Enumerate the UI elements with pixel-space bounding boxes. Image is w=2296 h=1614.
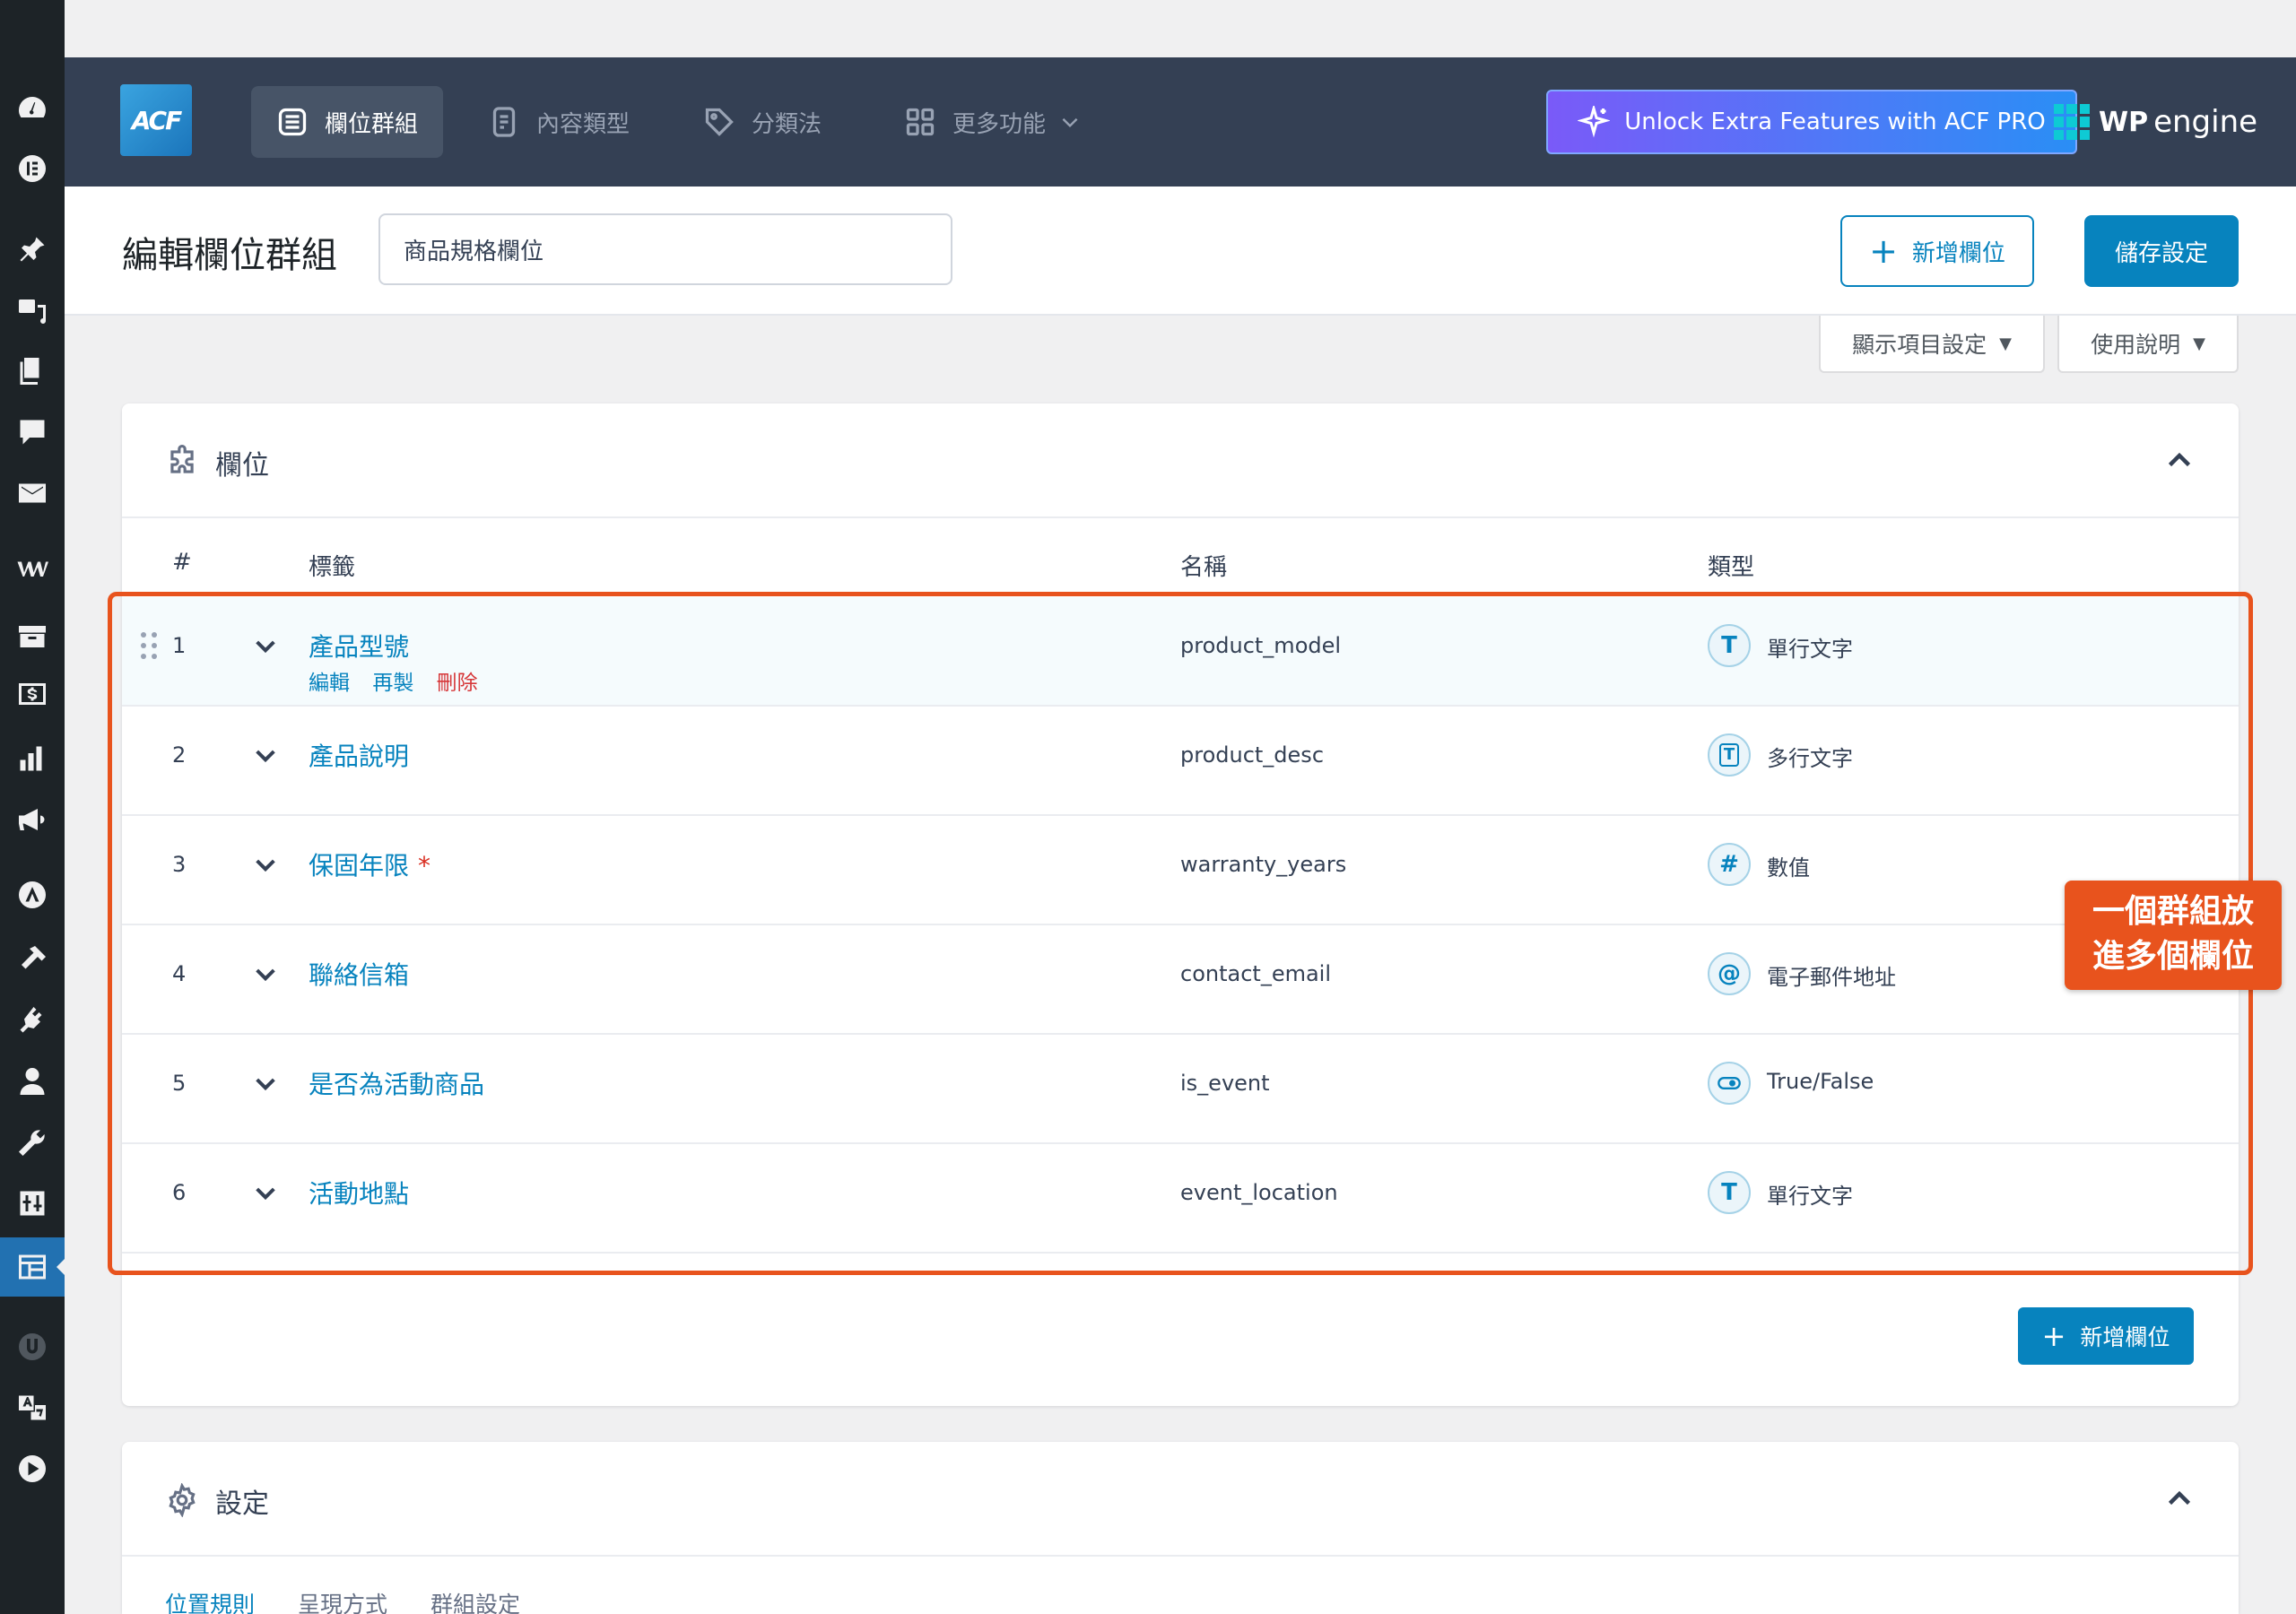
plus-icon: + bbox=[2041, 1319, 2066, 1353]
appearance-icon[interactable] bbox=[14, 941, 50, 977]
caret-down-icon: ▼ bbox=[1999, 334, 2012, 353]
pin-icon[interactable] bbox=[14, 231, 50, 267]
plus-icon: + bbox=[1869, 231, 1898, 271]
add-field-button-bottom[interactable]: + 新增欄位 bbox=[2018, 1307, 2194, 1365]
group-title-input[interactable] bbox=[378, 213, 952, 285]
puzzle-icon bbox=[170, 445, 194, 473]
col-head-name: 名稱 bbox=[1180, 554, 1228, 581]
caret-down-icon: ▼ bbox=[2193, 334, 2205, 353]
tab-presentation[interactable]: 呈現方式 bbox=[298, 1587, 387, 1614]
add-field-button-top[interactable]: + 新增欄位 bbox=[1840, 215, 2034, 287]
tab-group-settings[interactable]: 群組設定 bbox=[430, 1587, 520, 1614]
wpengine-logo[interactable]: WP engine bbox=[2054, 102, 2257, 142]
payments-icon[interactable] bbox=[14, 676, 50, 712]
comments-icon[interactable] bbox=[14, 414, 50, 450]
media-icon[interactable] bbox=[14, 292, 50, 328]
acf-header: ACF 欄位群組 內容類型 分類法 更多功能 Unlock Extra Feat… bbox=[65, 57, 2296, 187]
title-bar: 編輯欄位群組 + 新增欄位 儲存設定 bbox=[65, 187, 2296, 316]
col-head-label: 標籤 bbox=[309, 554, 356, 581]
dashboard-icon[interactable] bbox=[14, 90, 50, 126]
screen-options-button[interactable]: 顯示項目設定 ▼ bbox=[1819, 316, 2045, 373]
translate-icon[interactable] bbox=[14, 1390, 50, 1426]
ultimate-icon[interactable] bbox=[14, 1329, 50, 1365]
field-group-icon bbox=[278, 108, 307, 136]
admin-sidebar bbox=[0, 0, 66, 1614]
settings-sliders-icon[interactable] bbox=[14, 1185, 50, 1221]
astra-icon[interactable] bbox=[14, 877, 50, 913]
help-label: 使用說明 bbox=[2091, 332, 2181, 358]
fields-panel-title: 欄位 bbox=[215, 450, 269, 482]
acf-fields-icon[interactable] bbox=[14, 1249, 50, 1285]
users-icon[interactable] bbox=[14, 1063, 50, 1099]
tag-icon bbox=[705, 108, 734, 136]
acf-logo[interactable]: ACF bbox=[120, 84, 192, 156]
admin-top-gap bbox=[65, 0, 2296, 57]
settings-panel: 設定 位置規則 呈現方式 群組設定 bbox=[122, 1442, 2239, 1614]
add-field-label-top: 新增欄位 bbox=[1911, 239, 2005, 267]
chevron-up-icon[interactable] bbox=[2163, 445, 2196, 477]
elementor-icon[interactable] bbox=[14, 151, 50, 187]
page-title: 編輯欄位群組 bbox=[122, 235, 337, 276]
fields-panel-header[interactable]: 欄位 bbox=[122, 404, 2239, 518]
mail-icon[interactable] bbox=[14, 475, 50, 511]
sparkle-icon bbox=[1578, 106, 1611, 138]
grid-icon bbox=[906, 108, 935, 136]
settings-panel-title: 設定 bbox=[215, 1488, 269, 1520]
woocommerce-icon[interactable] bbox=[14, 551, 50, 586]
callout-line-2: 進多個欄位 bbox=[2092, 938, 2254, 975]
wpengine-text: engine bbox=[2153, 104, 2258, 140]
settings-panel-header[interactable]: 設定 bbox=[122, 1442, 2239, 1557]
col-head-type: 類型 bbox=[1708, 554, 1755, 581]
wpengine-grid-icon bbox=[2054, 104, 2090, 140]
archive-icon[interactable] bbox=[14, 619, 50, 655]
screen-options-label: 顯示項目設定 bbox=[1852, 332, 1987, 358]
analytics-icon[interactable] bbox=[14, 741, 50, 777]
chevron-up-icon[interactable] bbox=[2163, 1483, 2196, 1515]
nav-taxonomies-label: 分類法 bbox=[752, 110, 822, 138]
unlock-pro-label: Unlock Extra Features with ACF PRO bbox=[1624, 108, 2046, 135]
tab-location-rules[interactable]: 位置規則 bbox=[165, 1587, 255, 1614]
play-icon[interactable] bbox=[14, 1451, 50, 1487]
marketing-icon[interactable] bbox=[14, 802, 50, 837]
nav-taxonomies[interactable]: 分類法 bbox=[678, 86, 847, 158]
plugins-icon[interactable] bbox=[14, 1002, 50, 1038]
chevron-down-icon bbox=[1062, 117, 1078, 128]
col-head-num: # bbox=[172, 549, 192, 576]
pages-icon[interactable] bbox=[14, 353, 50, 389]
nav-field-groups-label: 欄位群組 bbox=[325, 110, 419, 138]
save-button[interactable]: 儲存設定 bbox=[2084, 215, 2239, 287]
wpengine-bold: WP bbox=[2099, 106, 2149, 138]
highlight-box bbox=[108, 592, 2253, 1275]
nav-post-types[interactable]: 內容類型 bbox=[463, 86, 655, 158]
gear-icon bbox=[169, 1483, 196, 1517]
nav-more-label: 更多功能 bbox=[952, 110, 1047, 138]
nav-field-groups[interactable]: 欄位群組 bbox=[251, 86, 444, 158]
callout-annotation: 一個群組放 進多個欄位 bbox=[2065, 881, 2282, 990]
post-type-icon bbox=[492, 107, 516, 137]
tools-icon[interactable] bbox=[14, 1124, 50, 1160]
callout-line-1: 一個群組放 bbox=[2092, 893, 2254, 930]
nav-post-types-label: 內容類型 bbox=[536, 110, 631, 138]
add-field-label-bottom: 新增欄位 bbox=[2080, 1324, 2170, 1350]
unlock-pro-button[interactable]: Unlock Extra Features with ACF PRO bbox=[1546, 90, 2077, 154]
help-button[interactable]: 使用說明 ▼ bbox=[2057, 316, 2239, 373]
nav-more[interactable]: 更多功能 bbox=[879, 86, 1107, 158]
